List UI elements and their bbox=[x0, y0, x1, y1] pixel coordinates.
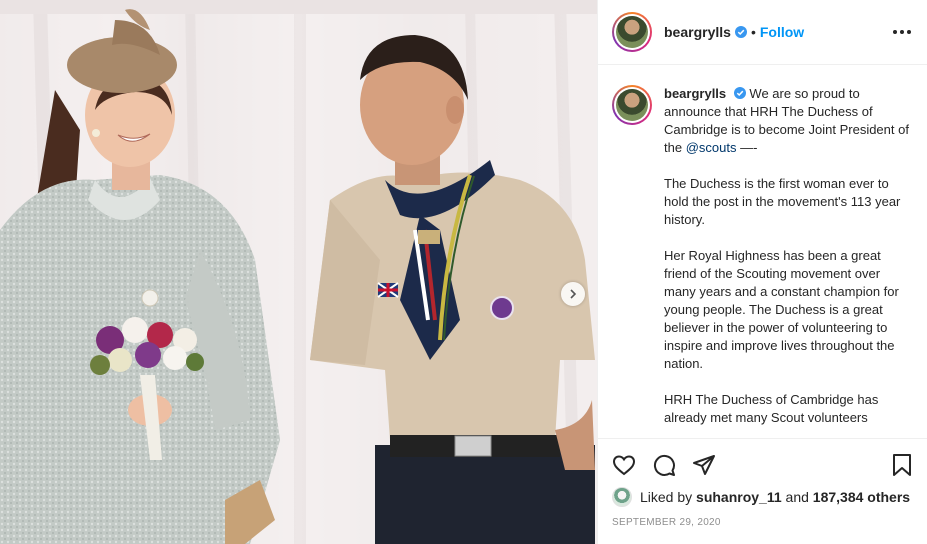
post-photo[interactable] bbox=[0, 0, 597, 544]
likes-summary: Liked by suhanroy_11 and 187,384 others bbox=[612, 487, 914, 507]
caption-section: beargrylls We are so proud to announce t… bbox=[598, 65, 927, 438]
share-icon[interactable] bbox=[692, 453, 716, 477]
caption-avatar[interactable] bbox=[612, 85, 652, 125]
verified-badge-icon bbox=[733, 87, 746, 99]
chevron-right-icon bbox=[570, 289, 577, 299]
photo-illustration bbox=[0, 0, 597, 544]
caption-paragraph: The Duchess is the first woman ever to h… bbox=[664, 176, 901, 227]
more-options-icon[interactable] bbox=[889, 26, 915, 38]
post-actions-section: Liked by suhanroy_11 and 187,384 others … bbox=[598, 438, 927, 544]
header-username[interactable]: beargrylls bbox=[664, 24, 731, 40]
heart-icon[interactable] bbox=[612, 453, 636, 477]
action-bar bbox=[612, 439, 914, 487]
mention-link[interactable]: @scouts bbox=[686, 140, 737, 155]
liker-avatar[interactable] bbox=[612, 487, 632, 507]
bookmark-icon[interactable] bbox=[890, 453, 914, 477]
caption-intro: beargrylls We are so proud to announce t… bbox=[664, 85, 913, 157]
caption-username[interactable]: beargrylls bbox=[664, 86, 726, 101]
post-header: beargrylls • Follow bbox=[598, 0, 927, 65]
caption-intro-tail: —- bbox=[736, 140, 758, 155]
comment-icon[interactable] bbox=[652, 453, 676, 477]
header-separator: • bbox=[750, 24, 756, 40]
caption-text: beargrylls We are so proud to announce t… bbox=[664, 85, 913, 438]
follow-button[interactable]: Follow bbox=[760, 24, 804, 40]
likes-middle: and bbox=[781, 489, 813, 505]
post-date[interactable]: SEPTEMBER 29, 2020 bbox=[612, 517, 914, 528]
caption-paragraph: Her Royal Highness has been a great frie… bbox=[664, 248, 899, 371]
caption-paragraph: HRH The Duchess of Cambridge has already… bbox=[664, 392, 879, 425]
liker-username[interactable]: suhanroy_11 bbox=[696, 489, 782, 505]
verified-badge-icon bbox=[734, 26, 747, 38]
likes-prefix: Liked by bbox=[640, 489, 697, 505]
carousel-next-button[interactable] bbox=[561, 282, 585, 306]
likes-count[interactable]: 187,384 others bbox=[813, 489, 910, 505]
post-side-panel: beargrylls • Follow beargrylls We are so… bbox=[597, 0, 927, 544]
profile-avatar[interactable] bbox=[612, 12, 652, 52]
